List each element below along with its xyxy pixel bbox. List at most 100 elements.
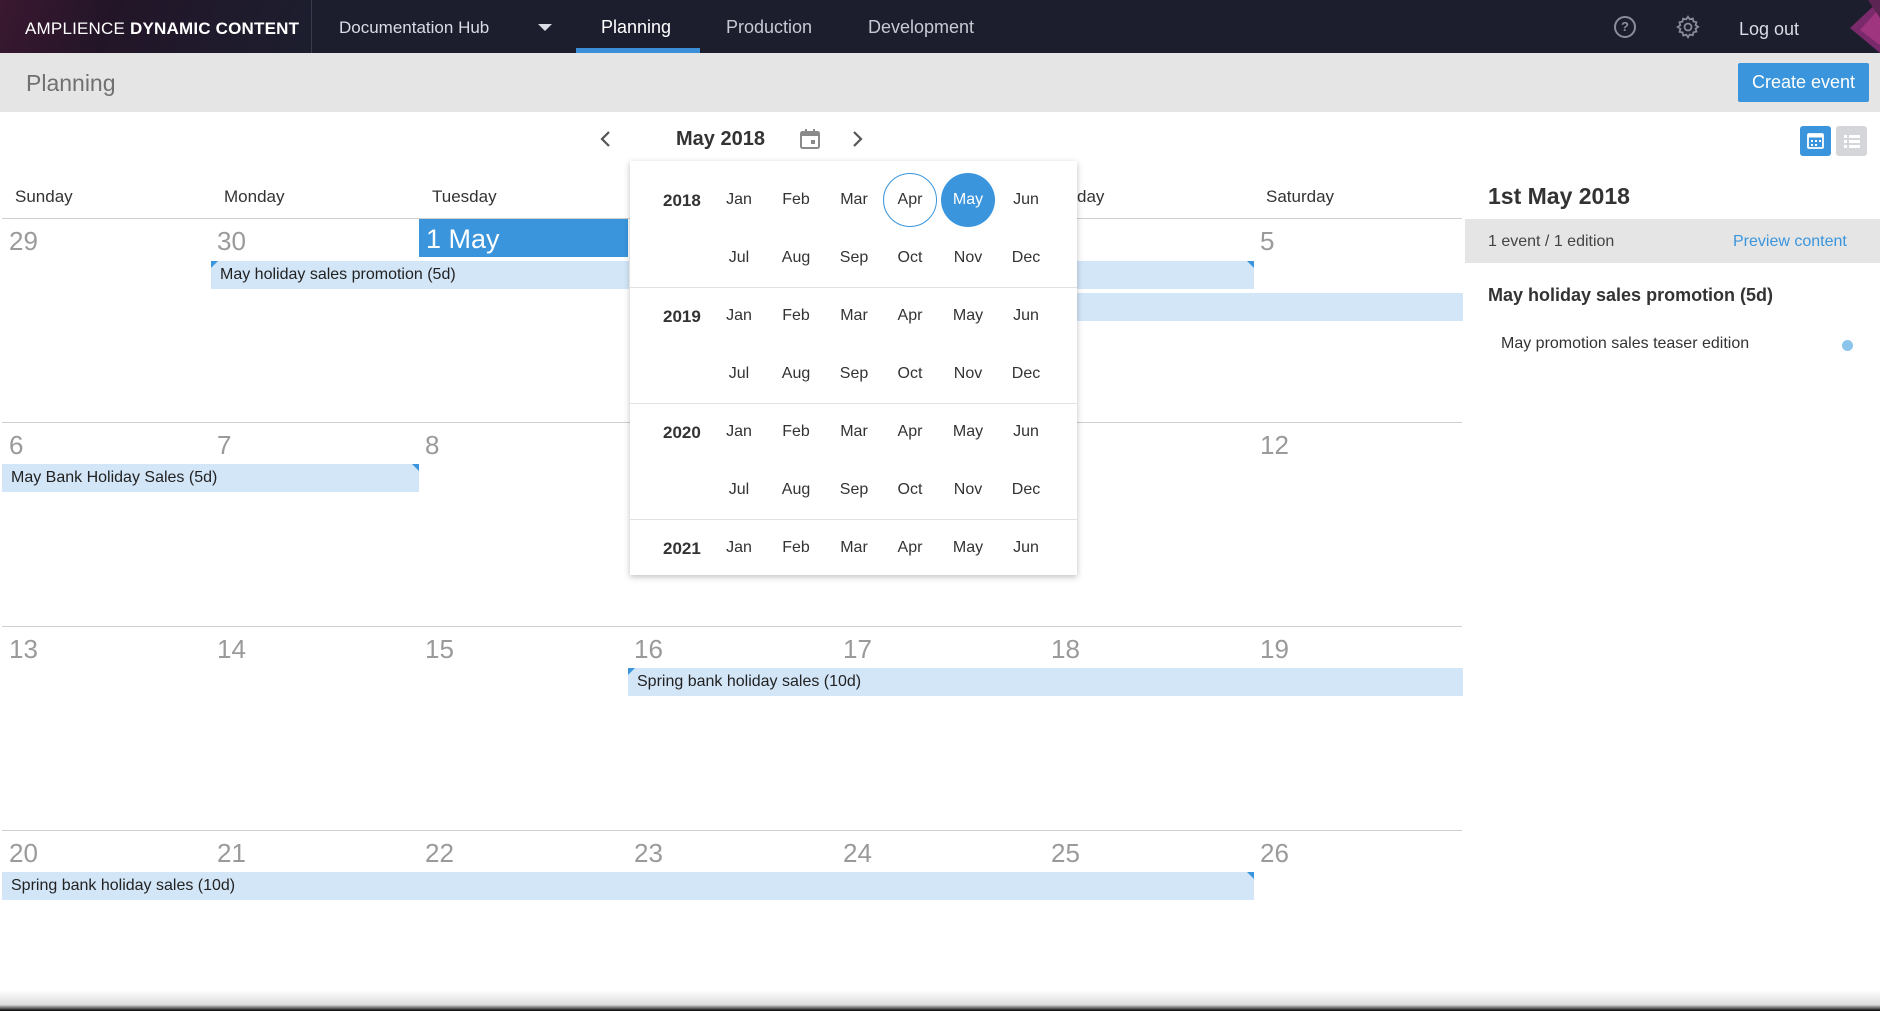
logout-link[interactable]: Log out bbox=[1739, 19, 1799, 40]
picker-month[interactable]: Feb bbox=[767, 191, 825, 209]
picker-month[interactable]: Oct bbox=[881, 249, 939, 267]
picker-month[interactable]: Jul bbox=[710, 249, 768, 267]
day-number[interactable]: 8 bbox=[425, 430, 439, 461]
event-label[interactable]: May Bank Holiday Sales (5d) bbox=[11, 469, 217, 487]
picker-month[interactable]: Apr bbox=[881, 539, 939, 557]
picker-month[interactable]: Jan bbox=[710, 539, 768, 557]
picker-month[interactable]: Sep bbox=[825, 481, 883, 499]
picker-month[interactable]: Nov bbox=[939, 481, 997, 499]
chevron-left-icon[interactable] bbox=[596, 127, 616, 151]
picker-month[interactable]: Mar bbox=[825, 307, 883, 325]
picker-month[interactable]: Aug bbox=[767, 481, 825, 499]
day-number[interactable]: 19 bbox=[1260, 634, 1289, 665]
day-number[interactable]: 13 bbox=[9, 634, 38, 665]
picker-month[interactable]: Jun bbox=[997, 423, 1055, 441]
event-bar[interactable] bbox=[1077, 293, 1463, 321]
hub-selector-label[interactable]: Documentation Hub bbox=[339, 18, 489, 38]
day-number[interactable]: 6 bbox=[9, 430, 23, 461]
picker-month[interactable]: Jul bbox=[710, 365, 768, 383]
event-label[interactable]: May holiday sales promotion (5d) bbox=[220, 266, 456, 284]
picker-divider bbox=[630, 519, 1077, 520]
day-number[interactable]: 22 bbox=[425, 838, 454, 869]
event-label[interactable]: Spring bank holiday sales (10d) bbox=[11, 877, 235, 895]
picker-divider bbox=[630, 403, 1077, 404]
list-view-button[interactable] bbox=[1836, 126, 1867, 156]
side-edition-name[interactable]: May promotion sales teaser edition bbox=[1501, 335, 1749, 353]
picker-month[interactable]: Dec bbox=[997, 365, 1055, 383]
brand-bold: DYNAMIC CONTENT bbox=[129, 19, 300, 38]
picker-month[interactable]: Dec bbox=[997, 249, 1055, 267]
help-icon[interactable]: ? bbox=[1614, 16, 1636, 38]
picker-month[interactable]: Apr bbox=[881, 423, 939, 441]
event-label[interactable]: Spring bank holiday sales (10d) bbox=[637, 673, 861, 691]
picker-month[interactable]: Nov bbox=[939, 249, 997, 267]
day-number[interactable]: 5 bbox=[1260, 226, 1274, 257]
day-number[interactable]: 25 bbox=[1051, 838, 1080, 869]
picker-month[interactable]: Jun bbox=[997, 539, 1055, 557]
picker-month[interactable]: Feb bbox=[767, 423, 825, 441]
picker-year: 2018 bbox=[663, 191, 701, 210]
picker-month[interactable]: Feb bbox=[767, 307, 825, 325]
calendar-icon[interactable] bbox=[798, 127, 822, 151]
picker-month[interactable]: Aug bbox=[767, 365, 825, 383]
page-title: Planning bbox=[26, 70, 116, 96]
chevron-right-icon[interactable] bbox=[847, 127, 867, 151]
preview-content-link[interactable]: Preview content bbox=[1733, 233, 1847, 251]
week-divider bbox=[2, 626, 1462, 627]
today-day-label[interactable]: 1 May bbox=[426, 224, 500, 255]
calendar-view-button[interactable] bbox=[1800, 126, 1831, 156]
picker-month[interactable]: Mar bbox=[825, 191, 883, 209]
gear-icon[interactable] bbox=[1675, 14, 1701, 40]
picker-month-selected[interactable]: May bbox=[939, 191, 997, 209]
day-number[interactable]: 24 bbox=[843, 838, 872, 869]
picker-month[interactable]: Oct bbox=[881, 481, 939, 499]
side-event-name[interactable]: May holiday sales promotion (5d) bbox=[1488, 285, 1773, 306]
event-start-marker bbox=[211, 261, 218, 268]
picker-month[interactable]: Aug bbox=[767, 249, 825, 267]
calendar-view-icon bbox=[1807, 133, 1824, 149]
picker-month[interactable]: Jan bbox=[710, 423, 768, 441]
day-number[interactable]: 15 bbox=[425, 634, 454, 665]
tab-planning[interactable]: Planning bbox=[601, 17, 671, 38]
day-number[interactable]: 17 bbox=[843, 634, 872, 665]
picker-month-current[interactable]: Apr bbox=[881, 191, 939, 209]
tab-production[interactable]: Production bbox=[726, 17, 812, 38]
edition-status-dot bbox=[1842, 340, 1853, 351]
day-number[interactable]: 20 bbox=[9, 838, 38, 869]
picker-month[interactable]: May bbox=[939, 423, 997, 441]
picker-month[interactable]: May bbox=[939, 539, 997, 557]
tab-development[interactable]: Development bbox=[868, 17, 974, 38]
picker-month[interactable]: Mar bbox=[825, 423, 883, 441]
picker-month[interactable]: Jun bbox=[997, 191, 1055, 209]
month-label[interactable]: May 2018 bbox=[676, 128, 765, 151]
picker-month[interactable]: May bbox=[939, 307, 997, 325]
day-number[interactable]: 18 bbox=[1051, 634, 1080, 665]
picker-month[interactable]: Jun bbox=[997, 307, 1055, 325]
picker-month[interactable]: Feb bbox=[767, 539, 825, 557]
day-number[interactable]: 30 bbox=[217, 226, 246, 257]
picker-month[interactable]: Dec bbox=[997, 481, 1055, 499]
picker-month[interactable]: Oct bbox=[881, 365, 939, 383]
chevron-down-icon[interactable] bbox=[538, 24, 552, 31]
day-number[interactable]: 23 bbox=[634, 838, 663, 869]
event-bar[interactable] bbox=[1077, 261, 1254, 289]
picker-month[interactable]: Sep bbox=[825, 249, 883, 267]
day-number[interactable]: 29 bbox=[9, 226, 38, 257]
weekday-header: day bbox=[1077, 187, 1105, 206]
picker-month[interactable]: Sep bbox=[825, 365, 883, 383]
day-number[interactable]: 14 bbox=[217, 634, 246, 665]
picker-month[interactable]: Jan bbox=[710, 191, 768, 209]
weekday-header: Tuesday bbox=[432, 187, 497, 206]
day-number[interactable]: 12 bbox=[1260, 430, 1289, 461]
day-number[interactable]: 21 bbox=[217, 838, 246, 869]
create-event-button[interactable]: Create event bbox=[1738, 63, 1869, 102]
picker-month[interactable]: Nov bbox=[939, 365, 997, 383]
day-number[interactable]: 7 bbox=[217, 430, 231, 461]
day-number[interactable]: 16 bbox=[634, 634, 663, 665]
brand-area[interactable]: AMPLIENCE DYNAMIC CONTENT bbox=[0, 0, 312, 53]
picker-month[interactable]: Jul bbox=[710, 481, 768, 499]
day-number[interactable]: 26 bbox=[1260, 838, 1289, 869]
picker-month[interactable]: Jan bbox=[710, 307, 768, 325]
picker-month[interactable]: Apr bbox=[881, 307, 939, 325]
picker-month[interactable]: Mar bbox=[825, 539, 883, 557]
